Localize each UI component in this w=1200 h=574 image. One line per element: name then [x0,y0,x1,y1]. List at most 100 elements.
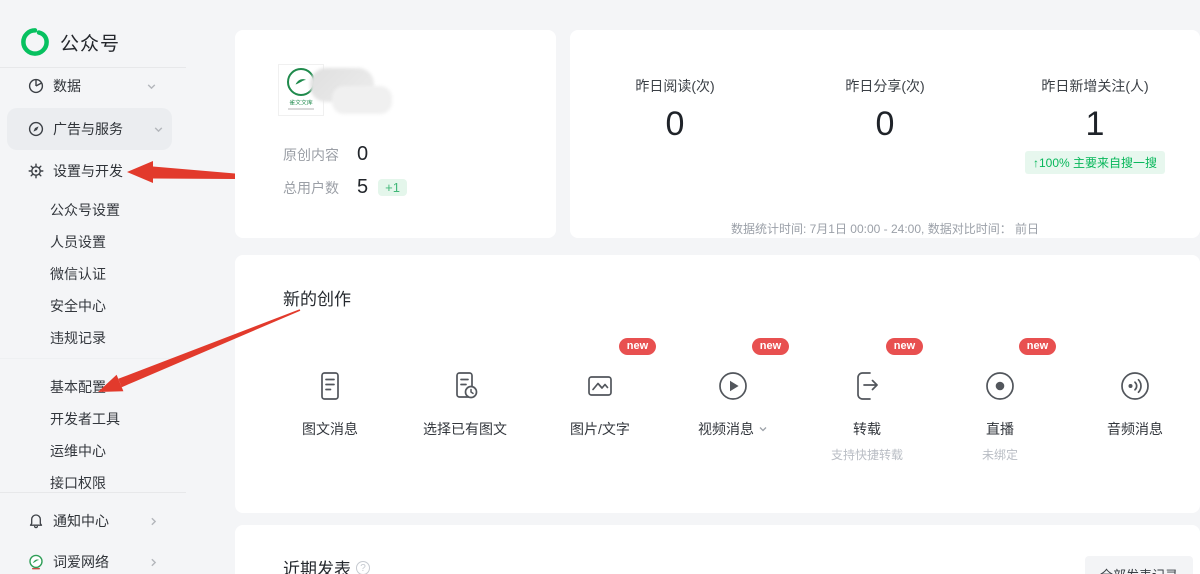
avatar-caption: 雀文文库 [289,100,313,107]
creation-item-label: 转载 [853,421,881,437]
sidebar-divider [0,67,186,68]
sidebar-divider [0,492,186,493]
sub-item-label: 公众号设置 [50,202,120,218]
stat-label: 原创内容 [283,146,339,163]
creation-item-label: 直播 [986,421,1014,437]
users-increase-badge: +1 [378,179,407,196]
creation-item-live[interactable]: new 直播 未绑定 [935,338,1065,480]
sidebar-item-ads-services[interactable]: 广告与服务 [7,108,172,150]
sidebar-item-company-account[interactable]: 词爱网络 [0,548,186,574]
sub-item-label: 安全中心 [50,298,106,314]
chevron-down-icon [146,81,157,92]
creation-item-sublabel: 支持快捷转载 [830,448,903,462]
recent-posts-title: 近期发表 [283,560,351,574]
metric-value: 1 [1085,105,1105,143]
avatar-caption-underline [288,108,314,110]
stat-label: 总用户数 [283,179,339,196]
gear-icon [28,163,44,179]
metric-label: 昨日新增关注(人) [1041,78,1149,94]
sidebar-item-label: 通知中心 [53,513,109,529]
followers-trend-badge: ↑100% 主要来自搜一搜 [1024,151,1166,174]
pie-chart-icon [28,78,44,94]
sidebar-item-developer-tools[interactable]: 开发者工具 [50,405,170,433]
video-icon [715,368,751,404]
creation-item-label: 图片/文字 [570,421,630,437]
sub-item-label: 基本配置 [50,379,106,395]
chevron-down-icon [153,124,164,135]
sidebar-item-data[interactable]: 数据 [0,72,186,100]
article-icon [312,368,348,404]
metric-value: 0 [665,105,685,143]
recent-posts-card: 近期发表 ? 全部发表记录 [235,525,1200,574]
creation-item-label: 图文消息 [302,421,358,437]
creation-card-title: 新的创作 [283,290,351,309]
help-icon[interactable]: ? [356,560,370,574]
creation-item-video[interactable]: new 视频消息 [668,338,798,480]
creation-item-audio[interactable]: 音频消息 [1070,350,1200,480]
all-records-button[interactable]: 全部发表记录 [1084,556,1193,574]
original-content-row: 原创内容 0 [283,143,368,166]
creation-item-label: 选择已有图文 [423,421,507,437]
metric-yesterday-new-followers: 昨日新增关注(人) 1 ↑100% 主要来自搜一搜 [990,76,1200,174]
new-creation-card: 新的创作 图文消息 选择已有图文 new 图片/文字 new 视频消息 new … [235,255,1200,513]
metrics-footnote: 数据统计时间: 7月1日 00:00 - 24:00, 数据对比时间： 前日 [730,222,1040,236]
creation-item-label: 音频消息 [1107,421,1163,437]
sub-item-label: 开发者工具 [50,411,120,427]
new-badge: new [752,338,789,355]
brand-logo[interactable]: 公众号 [20,27,120,57]
sub-item-label: 人员设置 [50,234,106,250]
daily-metrics-card: 昨日阅读(次) 0 昨日分享(次) 0 昨日新增关注(人) 1 ↑100% 主要… [570,30,1200,238]
audio-icon [1117,368,1153,404]
account-name-redacted [332,86,392,114]
sidebar-item-ops-center[interactable]: 运维中心 [50,437,170,465]
stat-value: 0 [357,143,369,165]
creation-item-image-text[interactable]: new 图片/文字 [535,338,665,480]
stat-value: 5 [357,176,369,198]
total-users-row: 总用户数 5 +1 [283,176,407,199]
metric-value: 0 [875,105,895,143]
account-logo-icon [28,554,44,570]
new-badge: new [619,338,656,355]
sidebar: 公众号 数据 广告与服务 设置与开发 公众号设置 人员设置 微信认证 安全中心 … [0,0,235,574]
live-icon [982,368,1018,404]
new-badge: new [886,338,923,355]
sidebar-item-label: 设置与开发 [53,163,123,179]
sidebar-item-wechat-verification[interactable]: 微信认证 [50,260,170,288]
sub-item-label: 违规记录 [50,330,106,346]
chevron-right-icon [148,557,159,568]
wechat-official-account-dashboard: 公众号 数据 广告与服务 设置与开发 公众号设置 人员设置 微信认证 安全中心 … [0,0,1200,574]
sidebar-item-notification-center[interactable]: 通知中心 [0,507,186,535]
sidebar-item-basic-config[interactable]: 基本配置 [50,373,170,401]
sidebar-item-label: 词爱网络 [53,554,109,570]
bell-icon [28,513,44,529]
creation-item-repost[interactable]: new 转载 支持快捷转载 [802,338,932,480]
sidebar-item-label: 广告与服务 [53,121,123,137]
sub-item-label: 微信认证 [50,266,106,282]
sidebar-item-staff-settings[interactable]: 人员设置 [50,228,170,256]
sub-item-label: 接口权限 [50,475,106,491]
brand-name: 公众号 [60,33,121,55]
sidebar-item-security-center[interactable]: 安全中心 [50,292,170,320]
metric-yesterday-shares: 昨日分享(次) 0 [780,76,990,174]
sidebar-divider [0,358,186,359]
creation-item-sublabel: 未绑定 [981,448,1018,462]
chevron-right-icon [148,516,159,527]
image-text-icon [582,368,618,404]
metric-label: 昨日阅读(次) [635,78,715,94]
sidebar-item-label: 数据 [53,78,81,94]
chevron-down-icon [758,424,768,434]
sidebar-item-account-settings[interactable]: 公众号设置 [50,196,170,224]
metric-label: 昨日分享(次) [845,78,925,94]
sub-item-label: 运维中心 [50,443,106,459]
creation-item-article[interactable]: 图文消息 [265,350,395,480]
creation-item-label: 视频消息 [698,421,754,437]
compass-icon [28,121,44,137]
account-overview-card: 雀文文库 原创内容 0 总用户数 5 +1 [235,30,556,238]
repost-icon [849,368,885,404]
metric-yesterday-reads: 昨日阅读(次) 0 [570,76,780,174]
new-badge: new [1019,338,1056,355]
sidebar-item-settings-dev[interactable]: 设置与开发 [0,157,186,185]
sidebar-item-violation-records[interactable]: 违规记录 [50,324,170,352]
wechat-official-logo-icon [20,27,50,57]
creation-item-existing-article[interactable]: 选择已有图文 [400,350,530,480]
